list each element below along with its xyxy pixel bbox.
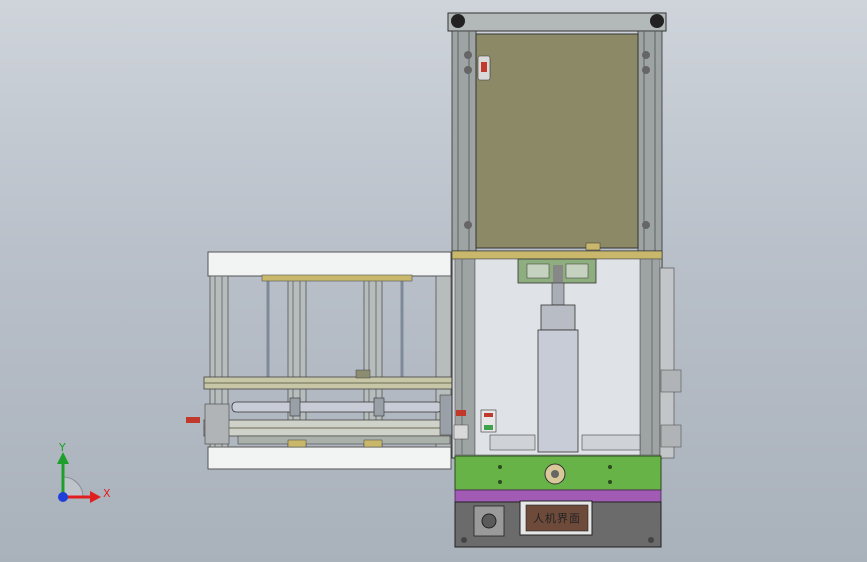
conveyor-top-rail bbox=[207, 251, 452, 277]
cabinet-top-beam bbox=[447, 12, 667, 32]
cabinet-left-post bbox=[451, 30, 477, 252]
machine-base bbox=[454, 455, 662, 548]
triad-y-label: Y bbox=[59, 441, 66, 454]
triad-x-label: X bbox=[103, 487, 111, 500]
left-conveyor-module bbox=[186, 251, 455, 470]
upper-cabinet bbox=[447, 12, 667, 252]
conveyor-cylinder-rod bbox=[231, 401, 443, 413]
purple-separator-plate bbox=[454, 489, 662, 503]
cabinet-right-post bbox=[637, 30, 663, 252]
lower-cabinet bbox=[451, 250, 682, 459]
assembly-drawing bbox=[57, 12, 682, 548]
coordinate-triad bbox=[57, 452, 101, 503]
lift-cylinder-head bbox=[540, 304, 576, 331]
cabinet-door-panel bbox=[475, 33, 639, 249]
lift-cylinder-body bbox=[537, 329, 579, 453]
conveyor-bottom-rail bbox=[207, 446, 452, 470]
hmi-panel-label: 人机界面 bbox=[533, 512, 581, 525]
cad-viewport[interactable]: 人机界面 Y X bbox=[0, 0, 867, 562]
